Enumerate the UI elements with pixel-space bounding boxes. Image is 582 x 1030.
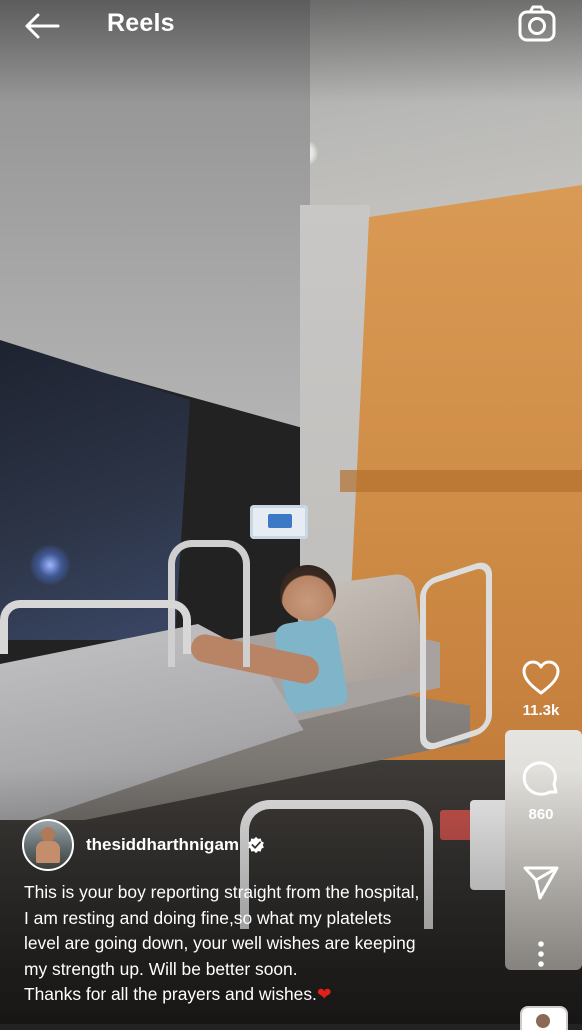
- caption-line: level are going down, your well wishes a…: [24, 933, 416, 953]
- comment-count: 860: [528, 806, 554, 823]
- send-paper-plane-icon: [523, 866, 559, 900]
- video-shade: [0, 0, 582, 1024]
- comment-button[interactable]: 860: [510, 760, 572, 823]
- caption-line-text: Thanks for all the prayers and wishes.: [24, 984, 317, 1004]
- heart-emoji: ❤: [316, 984, 332, 1004]
- caption-line: my strength up. Will be better soon.: [24, 958, 298, 979]
- caption-line: This is your boy reporting straight from…: [24, 882, 420, 902]
- caption-line: I am resting and doing fine,so what my p…: [24, 907, 392, 928]
- avatar[interactable]: [22, 819, 74, 871]
- reel-video[interactable]: [0, 0, 582, 1024]
- share-button[interactable]: [510, 865, 572, 901]
- heart-outline-icon: [522, 660, 560, 695]
- back-button[interactable]: [22, 10, 62, 42]
- author-row: thesiddharthnigam: [22, 819, 265, 871]
- comment-bubble-icon: [522, 761, 558, 796]
- username[interactable]: thesiddharthnigam: [86, 835, 239, 855]
- arrow-left-icon: [25, 13, 60, 39]
- top-bar: Reels: [0, 0, 582, 52]
- more-options-button[interactable]: [510, 940, 572, 968]
- camera-icon: [518, 5, 556, 42]
- page-title: Reels: [107, 9, 175, 37]
- camera-button[interactable]: [516, 5, 558, 43]
- audio-thumbnail[interactable]: [520, 1006, 568, 1030]
- caption-line-last: Thanks for all the prayers and wishes.❤: [24, 982, 504, 1008]
- like-button[interactable]: 11.3k: [510, 660, 572, 719]
- like-count: 11.3k: [522, 702, 560, 719]
- more-vertical-icon: [538, 941, 544, 967]
- verified-badge-icon: [248, 836, 264, 854]
- caption[interactable]: This is your boy reporting straight from…: [24, 880, 504, 1008]
